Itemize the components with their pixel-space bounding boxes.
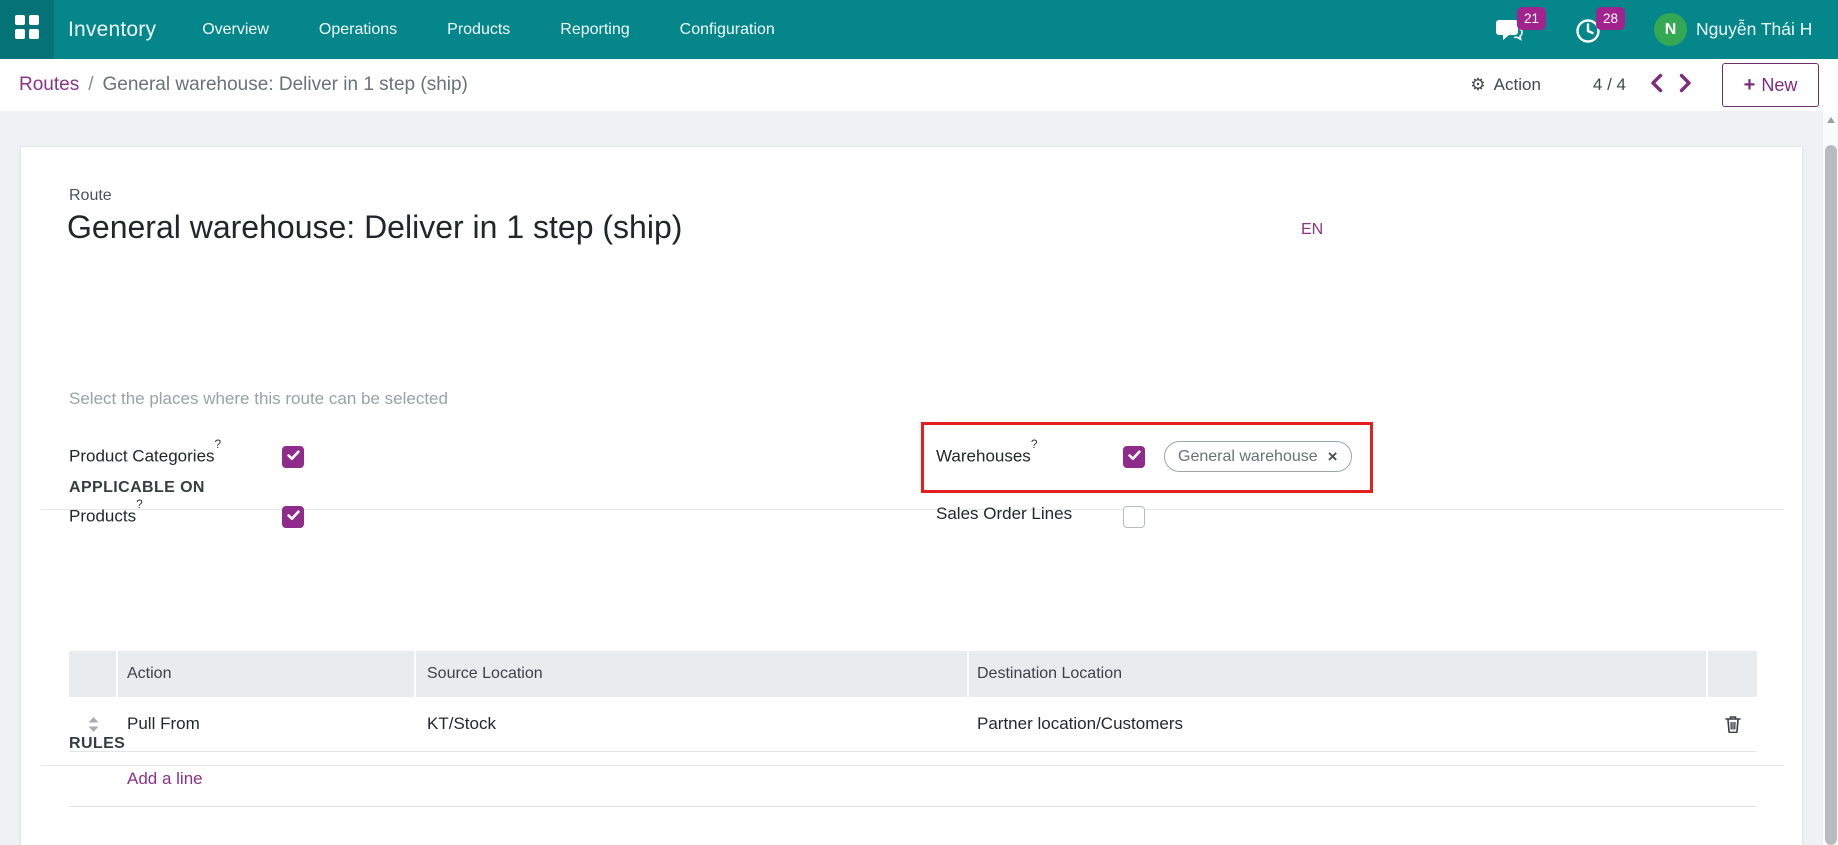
route-title-field[interactable]: General warehouse: Deliver in 1 step (sh… (67, 209, 682, 246)
breadcrumb-routes-link[interactable]: Routes (19, 74, 79, 96)
delete-column-header (1708, 651, 1757, 697)
scrollbar-thumb[interactable] (1825, 145, 1837, 845)
checkmark-icon (286, 508, 300, 526)
warehouses-checkbox[interactable] (1123, 446, 1145, 468)
products-checkbox[interactable] (282, 506, 304, 528)
menu-reporting[interactable]: Reporting (554, 15, 635, 45)
menu-operations[interactable]: Operations (313, 15, 403, 45)
record-type-label: Route (69, 187, 112, 204)
apps-menu-button[interactable] (0, 0, 54, 59)
odoo-inventory-window: Inventory Overview Operations Products R… (0, 0, 1838, 845)
rule-destination-cell[interactable]: Partner location/Customers (969, 714, 1708, 734)
product-categories-label-text: Product Categories (69, 446, 215, 466)
chevron-right-icon (1679, 73, 1692, 98)
breadcrumb: Routes / General warehouse: Deliver in 1… (19, 74, 468, 96)
top-navbar: Inventory Overview Operations Products R… (0, 0, 1838, 59)
handle-column-header (69, 651, 118, 697)
add-a-line-link[interactable]: Add a line (127, 769, 203, 789)
translation-language-badge[interactable]: EN (1301, 221, 1323, 239)
menu-configuration[interactable]: Configuration (674, 15, 781, 45)
delete-row-button[interactable] (1724, 715, 1741, 733)
navbar-systray: 21 28 N Nguyễn Thái H (1496, 0, 1812, 59)
main-menu: Overview Operations Products Reporting C… (196, 15, 781, 45)
messages-count-badge: 21 (1517, 7, 1546, 30)
product-categories-label: Product Categories? (69, 437, 221, 467)
checkmark-icon (286, 448, 300, 466)
sales-order-lines-label-text: Sales Order Lines (936, 504, 1073, 523)
plus-icon: + (1743, 74, 1756, 96)
add-line-row: Add a line (69, 752, 1757, 807)
chevron-left-icon (1650, 73, 1663, 98)
control-panel: Routes / General warehouse: Deliver in 1… (0, 59, 1838, 111)
control-panel-right: ⚙ Action 4 / 4 + New (1470, 63, 1819, 107)
help-question-mark: ? (1030, 437, 1038, 451)
apps-grid-icon (15, 15, 39, 44)
record-pager-value: 4 / 4 (1592, 75, 1626, 94)
sales-order-lines-label: Sales Order Lines (936, 504, 1072, 524)
applicable-on-subtitle: Select the places where this route can b… (69, 389, 448, 408)
form-view-container: Route General warehouse: Deliver in 1 st… (0, 111, 1838, 845)
drag-handle-icon[interactable] (87, 716, 100, 733)
warehouses-label-text: Warehouses (936, 446, 1031, 466)
vertical-scrollbar[interactable] (1822, 111, 1838, 845)
help-question-mark: ? (136, 497, 143, 511)
new-button[interactable]: + New (1722, 63, 1819, 107)
user-menu[interactable]: Nguyễn Thái H (1696, 19, 1812, 40)
help-question-mark: ? (214, 437, 222, 451)
app-name[interactable]: Inventory (68, 18, 156, 42)
tag-remove-icon[interactable]: × (1328, 447, 1338, 467)
gear-icon: ⚙ (1470, 75, 1486, 94)
action-menu-button[interactable]: ⚙ Action (1470, 75, 1541, 95)
applicable-on-heading: APPLICABLE ON (69, 479, 205, 496)
activities-count-badge: 28 (1596, 7, 1625, 30)
rules-table: Action Source Location Destination Locat… (69, 651, 1757, 807)
rule-source-cell[interactable]: KT/Stock (416, 714, 969, 734)
warehouses-label: Warehouses? (936, 437, 1038, 467)
new-button-label: New (1761, 74, 1798, 95)
warehouse-tag[interactable]: General warehouse × (1164, 441, 1352, 472)
user-avatar[interactable]: N (1654, 13, 1687, 46)
activities-button[interactable]: 28 (1575, 0, 1654, 59)
warehouse-tag-label: General warehouse (1178, 447, 1318, 465)
scrollbar-up-arrow[interactable] (1827, 117, 1835, 123)
checkmark-icon (1127, 448, 1141, 466)
product-categories-checkbox[interactable] (282, 446, 304, 468)
rules-table-header: Action Source Location Destination Locat… (69, 651, 1757, 697)
form-sheet: Route General warehouse: Deliver in 1 st… (20, 146, 1803, 845)
products-label: Products? (69, 497, 143, 527)
trash-icon (1724, 716, 1741, 733)
messages-button[interactable]: 21 (1496, 0, 1575, 59)
breadcrumb-current: General warehouse: Deliver in 1 step (sh… (102, 74, 468, 95)
source-location-column-header[interactable]: Source Location (416, 651, 969, 697)
breadcrumb-separator: / (88, 74, 94, 95)
action-menu-label: Action (1493, 75, 1541, 94)
menu-products[interactable]: Products (441, 15, 516, 45)
rule-action-cell[interactable]: Pull From (118, 714, 416, 734)
destination-location-column-header[interactable]: Destination Location (969, 651, 1708, 697)
products-label-text: Products (69, 506, 137, 526)
pager-previous-button[interactable] (1650, 73, 1663, 98)
table-row[interactable]: Pull From KT/Stock Partner location/Cust… (69, 697, 1757, 752)
action-column-header[interactable]: Action (118, 651, 416, 697)
menu-overview[interactable]: Overview (196, 15, 275, 45)
pager-next-button[interactable] (1679, 73, 1692, 98)
sales-order-lines-checkbox[interactable] (1123, 506, 1145, 528)
